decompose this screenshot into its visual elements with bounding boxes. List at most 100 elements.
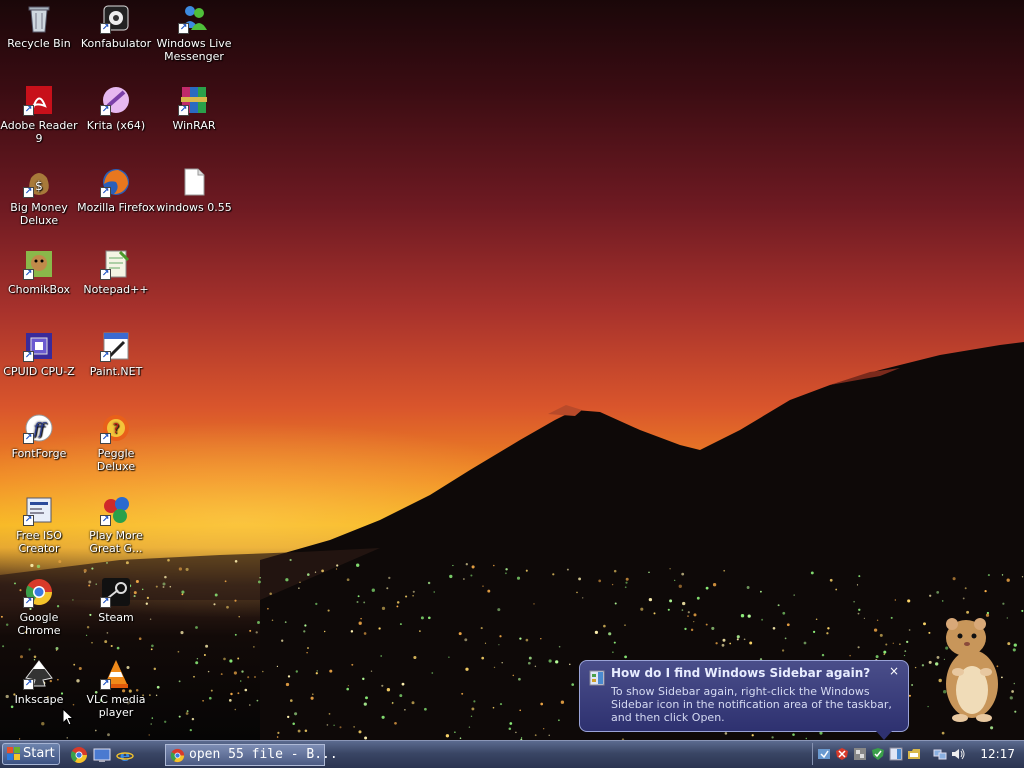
city-light [492,706,495,709]
svg-text:?: ? [113,422,120,437]
desktop-icon-windows-live-messenger[interactable]: ↗ Windows Live Messenger [155,0,233,63]
city-light [509,722,513,725]
desktop-icon-label: Notepad++ [83,283,149,296]
city-light [229,659,233,663]
defender-icon[interactable] [871,747,885,761]
city-light [284,621,287,623]
shortcut-arrow-icon: ↗ [100,597,111,608]
city-light [519,637,522,640]
messenger-icon: ↗ [178,2,210,34]
big-money-icon: $ ↗ [23,166,55,198]
desktop-icon-steam[interactable]: ↗ Steam [77,574,155,624]
city-light [722,638,726,642]
city-light [499,635,502,638]
city-light [458,632,462,636]
desktop-icon-vlc-media-player[interactable]: ↗ VLC media player [77,656,155,719]
city-light [412,595,414,597]
desktop-icon-konfabulator[interactable]: ↗ Konfabulator [77,0,155,50]
city-light [238,616,240,618]
desktop-icon-inkscape[interactable]: ↗ Inkscape [0,656,78,706]
city-light [603,624,606,628]
city-light [927,705,929,708]
desktop-icon-label: windows 0.55 [156,201,232,214]
desktop-icon-free-iso-creator[interactable]: ↗ Free ISO Creator [0,492,78,555]
city-light [281,639,284,642]
city-light [210,689,213,692]
city-light [525,569,528,572]
city-light [185,567,189,571]
city-light [908,629,911,631]
sidebar-icon [589,670,605,686]
network-icon[interactable] [933,747,947,761]
shortcut-arrow-icon: ↗ [23,597,34,608]
warning-icon[interactable] [835,747,849,761]
city-light [760,590,762,593]
city-light [234,599,237,602]
city-light [228,699,232,702]
desktop[interactable]: Recycle Bin ↗ Konfabulator ↗ Windows Liv… [0,0,1024,740]
city-light [849,654,851,657]
city-light [463,578,465,580]
city-light [468,726,471,728]
notification-balloon[interactable]: How do I find Windows Sidebar again? To … [579,660,909,740]
city-light [812,630,816,634]
desktop-icon-winrar[interactable]: ↗ WinRAR [155,82,233,132]
desktop-icon-paint-net[interactable]: ↗ Paint.NET [77,328,155,378]
volume-icon[interactable] [951,747,965,761]
city-light [687,611,690,614]
desktop-icon-adobe-reader[interactable]: ↗ Adobe Reader 9 [0,82,78,145]
city-light [433,591,435,593]
city-light [903,654,906,657]
desktop-icon-fontforge[interactable]: ff ↗ FontForge [0,410,78,460]
desktop-icon-chomikbox[interactable]: ↗ ChomikBox [0,246,78,296]
show-desktop-icon[interactable] [93,746,111,764]
security-shield-icon[interactable] [817,747,831,761]
desktop-icon-google-chrome[interactable]: ↗ Google Chrome [0,574,78,637]
taskbar-window-button[interactable]: open 55 file - B... [165,744,338,766]
network-monitor-icon[interactable] [853,747,867,761]
desktop-icon-cpuid-cpu-z[interactable]: ↗ CPUID CPU-Z [0,328,78,378]
desktop-icon-label: FontForge [11,447,67,460]
city-light [181,590,185,594]
city-light [548,659,552,663]
city-light [223,657,226,661]
city-light [876,619,879,622]
city-light [484,642,487,644]
city-light [674,579,676,581]
city-light [777,604,780,607]
desktop-icon-peggle-deluxe[interactable]: ? ↗ Peggle Deluxe [77,410,155,473]
city-light [357,595,360,598]
balloon-tail [876,731,892,740]
close-icon[interactable]: × [887,664,901,678]
desktop-icon-big-money-deluxe[interactable]: $ ↗ Big Money Deluxe [0,164,78,227]
desktop-icon-play-more-great-games[interactable]: ↗ Play More Great G... [77,492,155,555]
clock[interactable]: 12:17 [980,746,1015,762]
internet-explorer-icon[interactable]: e [116,746,134,764]
city-light [498,644,500,646]
city-light [381,684,384,687]
desktop-icon-recycle-bin[interactable]: Recycle Bin [0,0,78,50]
firefox-icon: ↗ [100,166,132,198]
city-light [611,583,614,586]
desktop-icon-krita[interactable]: ↗ Krita (x64) [77,82,155,132]
hamster-desktop-pet[interactable] [936,612,1008,724]
city-light [941,731,945,735]
desktop-icon-mozilla-firefox[interactable]: ↗ Mozilla Firefox [77,164,155,214]
chrome-icon[interactable] [70,746,88,764]
desktop-icon-windows-055-file[interactable]: windows 0.55 [155,164,233,214]
city-light [669,599,673,603]
city-light [257,580,261,584]
city-light [205,644,209,648]
sidebar-icon[interactable] [889,747,903,761]
city-light [1009,696,1013,700]
city-light [413,655,417,660]
city-light [358,621,362,625]
desktop-icon-label: Adobe Reader 9 [0,119,78,145]
city-light [461,692,464,695]
desktop-icon-notepad-plus-plus[interactable]: ↗ Notepad++ [77,246,155,296]
city-light [493,564,495,567]
shortcut-arrow-icon: ↗ [100,351,111,362]
start-button[interactable]: Start [2,743,60,765]
folder-icon[interactable] [907,747,921,761]
city-light [499,703,503,706]
